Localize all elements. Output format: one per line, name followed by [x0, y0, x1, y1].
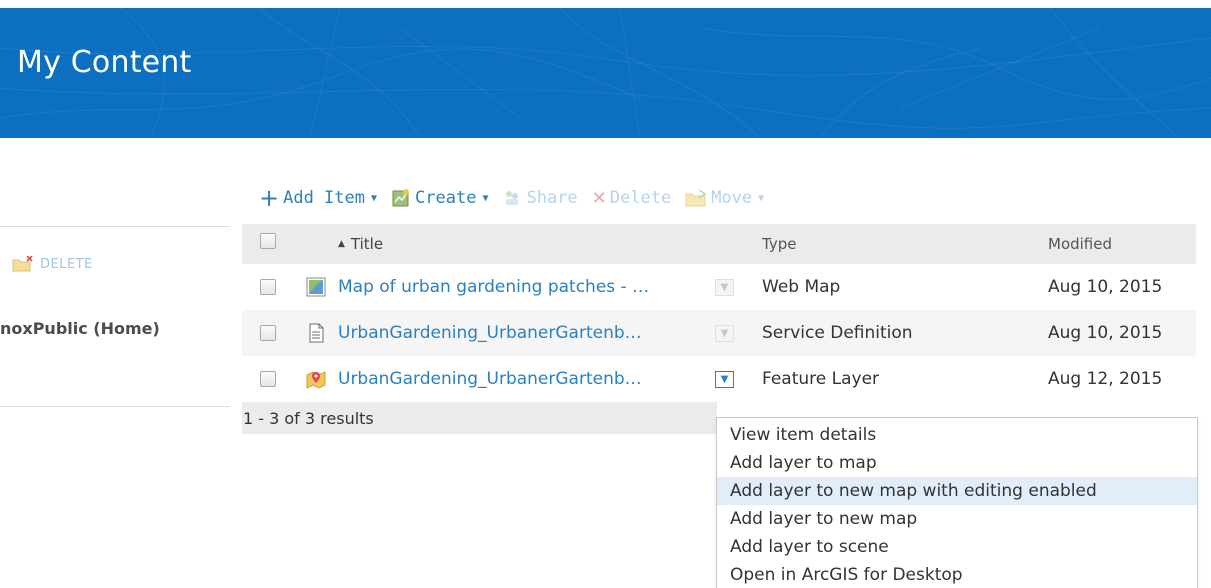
chevron-down-icon: ▼: [720, 281, 729, 293]
chevron-down-icon: ▼: [371, 192, 378, 204]
row-checkbox[interactable]: [260, 279, 276, 295]
row-options-menu: View item details Add layer to map Add l…: [716, 417, 1198, 588]
row-checkbox[interactable]: [260, 325, 276, 341]
create-label: Create: [415, 188, 477, 208]
column-header-modified[interactable]: Modified: [1048, 235, 1112, 253]
table-row: Map of urban gardening patches - … ▼ Web…: [242, 264, 1196, 310]
item-title-cell: Map of urban gardening patches - …: [306, 277, 649, 297]
page: My Content DELETE noxPublic (Home) + Add…: [0, 0, 1211, 588]
sidebar-folder-home[interactable]: noxPublic (Home): [0, 319, 160, 338]
item-title-cell: UrbanGardening_UrbanerGartenb…: [306, 323, 642, 343]
item-type: Feature Layer: [762, 369, 880, 389]
move-button[interactable]: Move ▼: [685, 188, 764, 208]
sort-ascending-icon: ▲: [338, 239, 345, 249]
content-table: ▲ Title Type Modified Map of urban garde…: [242, 224, 1196, 434]
item-title-link[interactable]: Map of urban gardening patches - …: [338, 277, 649, 297]
delete-label: Delete: [609, 188, 672, 208]
create-button[interactable]: Create ▼: [391, 188, 488, 208]
table-header: ▲ Title Type Modified: [242, 224, 1196, 264]
chevron-down-icon: ▼: [720, 327, 729, 339]
add-item-label: Add Item: [283, 188, 365, 208]
item-modified: Aug 12, 2015: [1048, 369, 1163, 389]
sidebar-delete-button[interactable]: DELETE: [12, 255, 93, 272]
item-modified: Aug 10, 2015: [1048, 323, 1163, 343]
select-all-checkbox[interactable]: [260, 233, 276, 249]
column-header-title[interactable]: ▲ Title: [338, 235, 383, 253]
create-map-icon: [391, 188, 411, 208]
chevron-down-icon: ▼: [758, 192, 765, 204]
chevron-down-icon: ▼: [482, 192, 489, 204]
sidebar-delete-label: DELETE: [40, 256, 93, 272]
row-options-dropdown[interactable]: ▼: [715, 324, 734, 342]
item-modified: Aug 10, 2015: [1048, 277, 1163, 297]
results-count: 1 - 3 of 3 results: [242, 402, 717, 434]
row-options-dropdown[interactable]: ▼: [715, 370, 734, 388]
feature-layer-icon: [306, 369, 326, 389]
share-button[interactable]: Share: [502, 188, 578, 208]
item-title-link[interactable]: UrbanGardening_UrbanerGartenb…: [338, 369, 642, 389]
delete-x-icon: ✕: [591, 187, 607, 209]
table-row: UrbanGardening_UrbanerGartenb… ▼ Feature…: [242, 356, 1196, 402]
menu-item-add-to-scene[interactable]: Add layer to scene: [717, 533, 1197, 561]
column-title-label: Title: [350, 235, 384, 253]
plus-icon: +: [259, 184, 280, 212]
document-icon: [306, 323, 326, 343]
menu-item-view-details[interactable]: View item details: [717, 421, 1197, 449]
sidebar-divider: [0, 226, 230, 227]
delete-button[interactable]: ✕ Delete: [592, 188, 672, 209]
share-icon: [502, 188, 522, 208]
menu-item-open-in-desktop[interactable]: Open in ArcGIS for Desktop: [717, 561, 1197, 588]
content-toolbar: + Add Item ▼ Create ▼ Share ✕ Delete Mov…: [259, 182, 778, 214]
page-banner: My Content: [0, 8, 1211, 138]
chevron-down-icon: ▼: [720, 373, 729, 385]
item-type: Service Definition: [762, 323, 913, 343]
row-checkbox[interactable]: [260, 371, 276, 387]
sidebar-divider: [0, 406, 230, 407]
item-title-link[interactable]: UrbanGardening_UrbanerGartenb…: [338, 323, 642, 343]
menu-item-add-to-map[interactable]: Add layer to map: [717, 449, 1197, 477]
row-options-dropdown[interactable]: ▼: [715, 278, 734, 296]
menu-item-add-to-new-map[interactable]: Add layer to new map: [717, 505, 1197, 533]
move-label: Move: [711, 188, 753, 208]
page-title: My Content: [17, 45, 192, 80]
item-type: Web Map: [762, 277, 841, 297]
menu-item-add-to-new-map-editing[interactable]: Add layer to new map with editing enable…: [717, 477, 1197, 505]
share-label: Share: [526, 188, 578, 208]
column-header-type[interactable]: Type: [762, 235, 796, 253]
folder-delete-icon: [12, 255, 34, 272]
table-row: UrbanGardening_UrbanerGartenb… ▼ Service…: [242, 310, 1196, 356]
web-map-icon: [306, 277, 326, 297]
folder-move-icon: [685, 189, 707, 207]
item-title-cell: UrbanGardening_UrbanerGartenb…: [306, 369, 642, 389]
add-item-button[interactable]: + Add Item ▼: [259, 184, 378, 212]
